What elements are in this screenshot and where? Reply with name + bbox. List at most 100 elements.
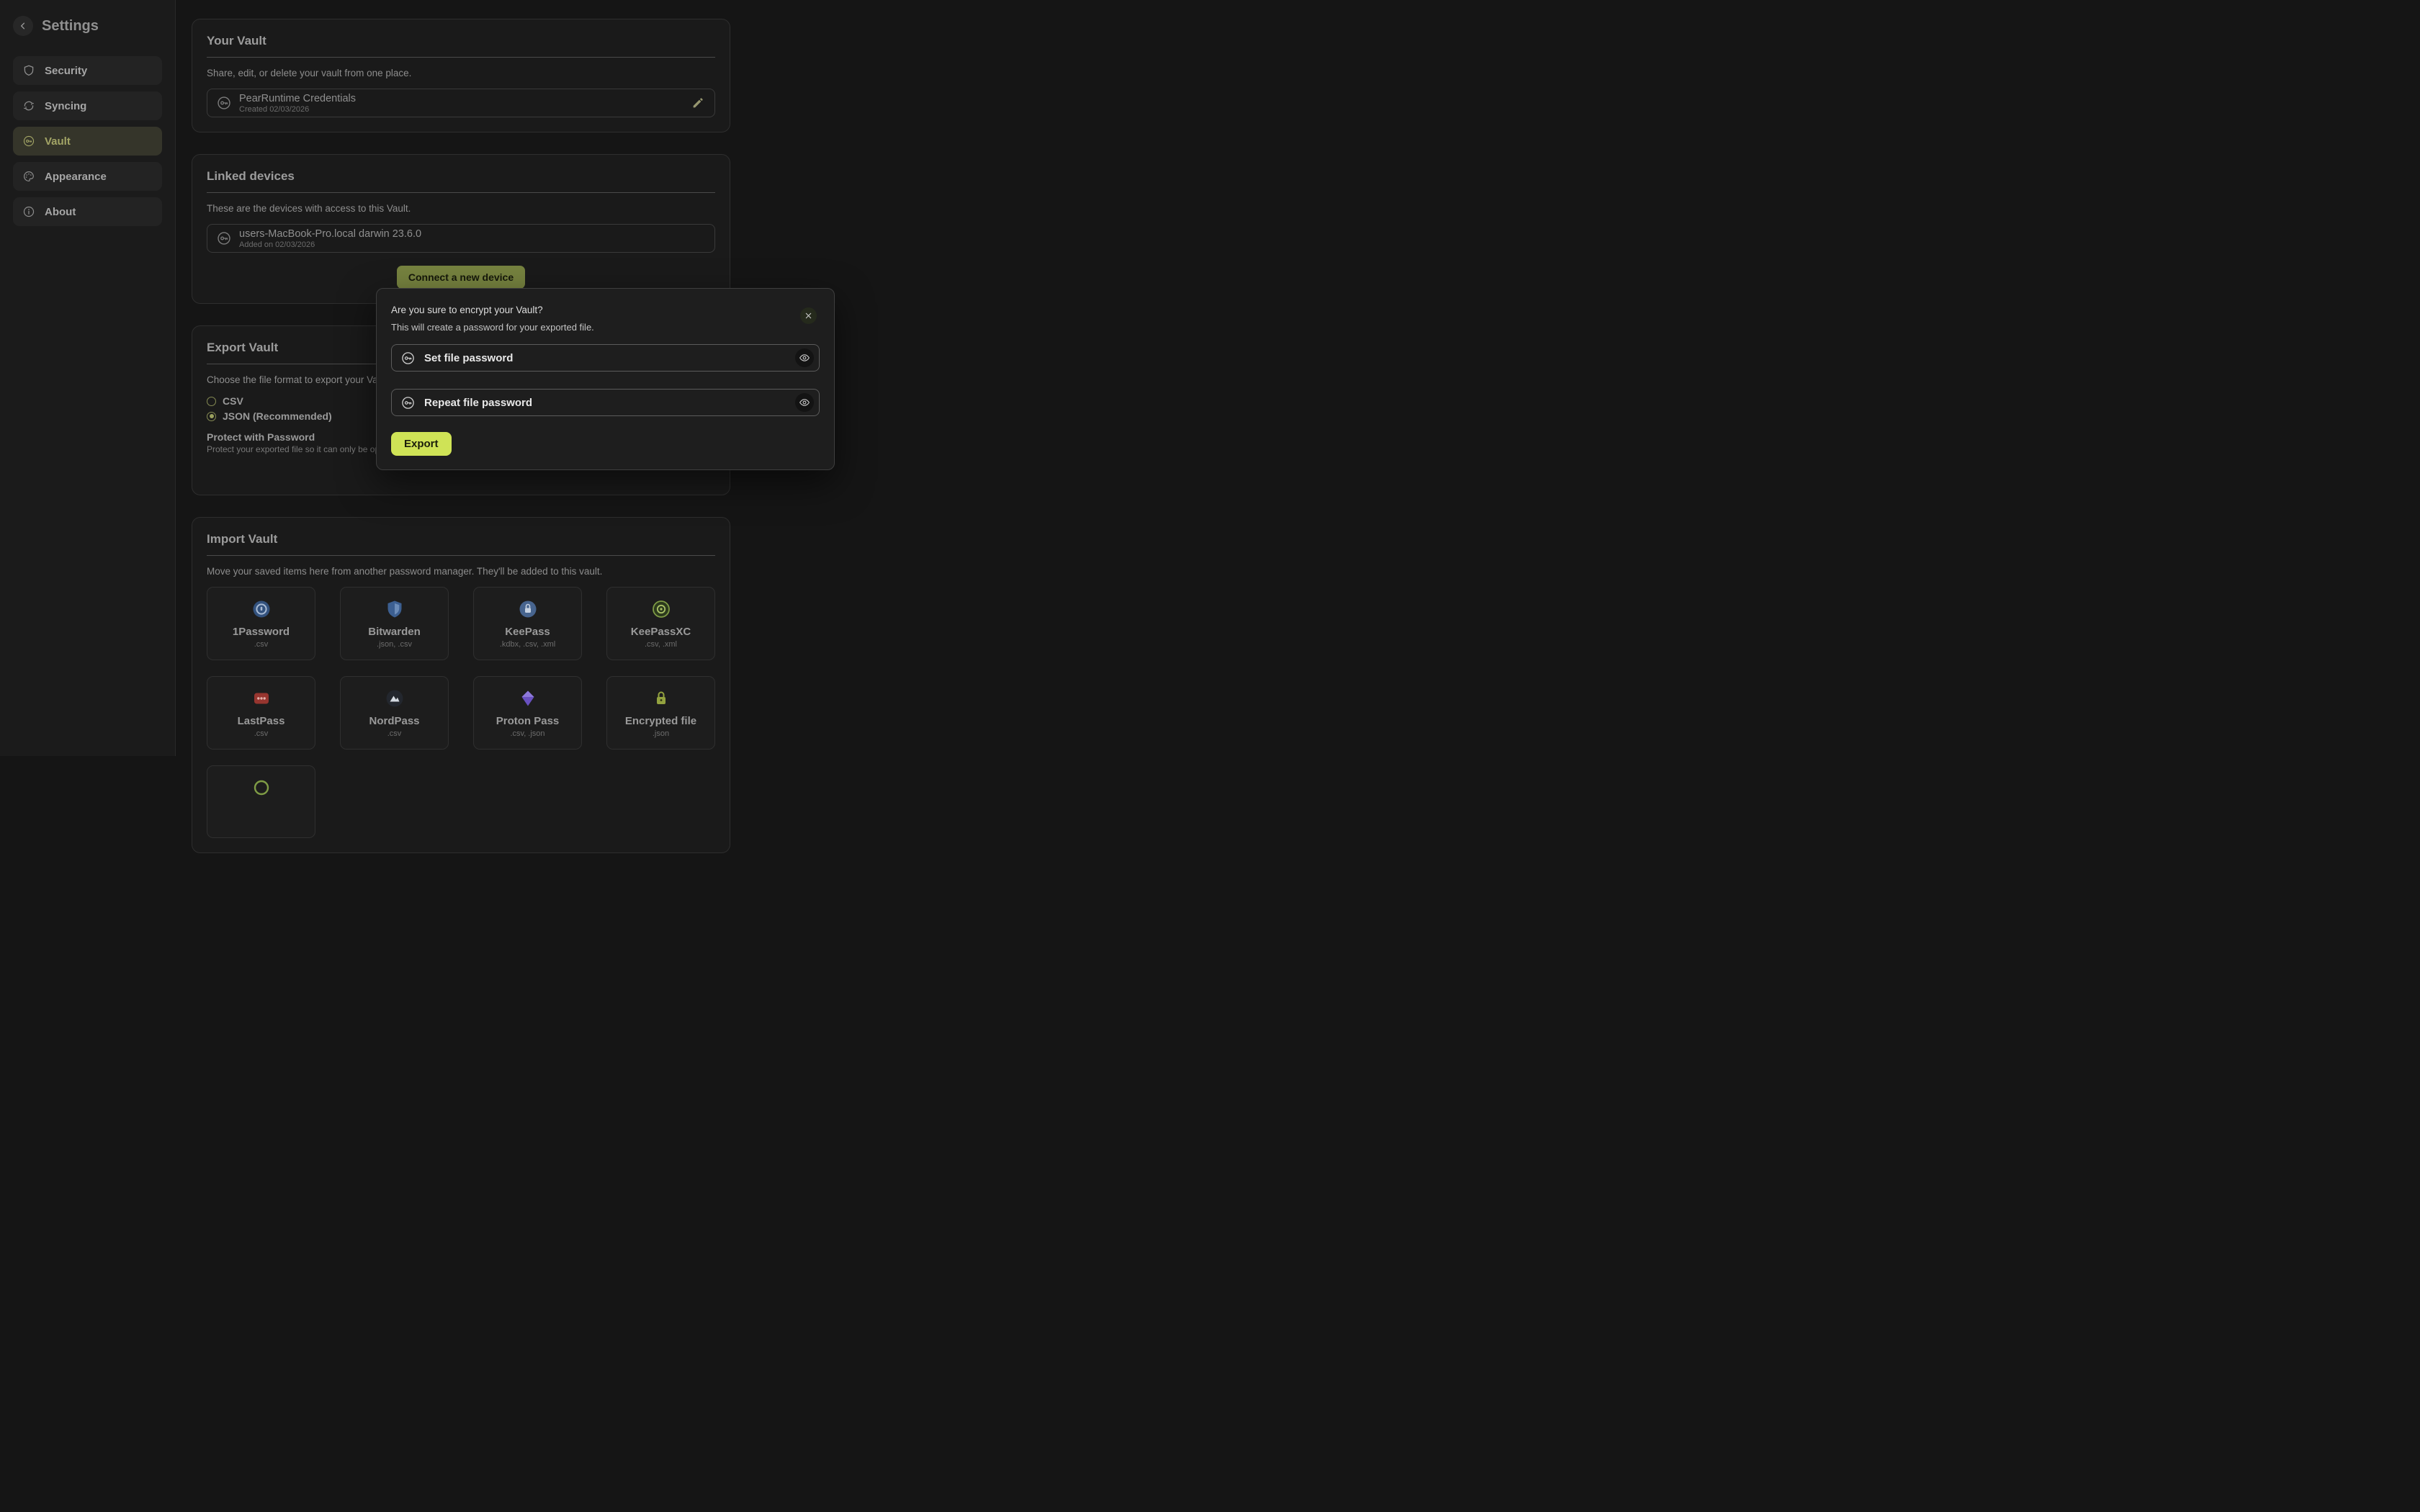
import-tile-1password[interactable]: 1Password .csv [207, 587, 315, 660]
import-vault-description: Move your saved items here from another … [207, 566, 715, 577]
info-icon [22, 205, 35, 218]
sidebar-nav: Security Syncing Vault Appearance [13, 56, 162, 226]
repeat-password-row [391, 389, 820, 416]
linked-devices-card: Linked devices These are the devices wit… [192, 154, 730, 304]
device-row[interactable]: users-MacBook-Pro.local darwin 23.6.0 Ad… [207, 224, 715, 253]
green-ring-icon [213, 777, 309, 798]
eye-icon [799, 352, 810, 364]
toggle-password-visibility-button[interactable] [795, 348, 814, 367]
sidebar-item-about[interactable]: About [13, 197, 162, 226]
connect-button-row: Connect a new device [207, 266, 715, 289]
import-grid: 1Password .csv Bitwarden .json, .csv Kee… [207, 587, 715, 838]
repeat-file-password-input[interactable] [423, 396, 788, 410]
sidebar-item-appearance[interactable]: Appearance [13, 162, 162, 191]
back-arrow-icon [18, 21, 28, 31]
import-vault-title: Import Vault [207, 532, 715, 546]
sidebar: Settings Security Syncing Vault [0, 0, 176, 756]
import-tile-keepassxc[interactable]: KeePassXC .csv, .xml [606, 587, 715, 660]
device-added-date: Added on 02/03/2026 [239, 240, 421, 249]
edit-vault-name-button[interactable] [690, 95, 706, 111]
linked-devices-description: These are the devices with access to thi… [207, 203, 715, 214]
keepass-icon [480, 598, 575, 620]
import-tile-formats: .csv, .xml [613, 640, 709, 649]
back-button[interactable] [13, 16, 33, 36]
sidebar-item-label: Vault [45, 135, 71, 148]
shield-icon [22, 64, 35, 77]
nordpass-icon [346, 688, 442, 709]
import-tile-formats: .json, .csv [346, 640, 442, 649]
key-in-circle-icon [400, 351, 416, 366]
import-tile-partial[interactable] [207, 765, 315, 838]
import-tile-name: Encrypted file [613, 715, 709, 727]
divider [207, 192, 715, 193]
device-text: users-MacBook-Pro.local darwin 23.6.0 Ad… [239, 228, 421, 249]
sync-icon [22, 99, 35, 112]
onepassword-icon [213, 598, 309, 620]
connect-new-device-button[interactable]: Connect a new device [397, 266, 525, 289]
encrypt-vault-modal: Are you sure to encrypt your Vault? This… [376, 288, 835, 470]
import-tile-name: Bitwarden [346, 626, 442, 638]
key-in-circle-icon [216, 230, 232, 246]
sidebar-header: Settings [13, 16, 162, 36]
vault-name: PearRuntime Credentials [239, 93, 356, 104]
settings-app: Settings Security Syncing Vault [0, 0, 1210, 756]
import-tile-name: Proton Pass [480, 715, 575, 727]
import-tile-name: NordPass [346, 715, 442, 727]
export-button[interactable]: Export [391, 432, 452, 456]
pencil-icon [691, 96, 704, 109]
import-tile-formats: .csv [346, 729, 442, 738]
import-tile-formats: .kdbx, .csv, .xml [480, 640, 575, 649]
sidebar-item-syncing[interactable]: Syncing [13, 91, 162, 120]
your-vault-description: Share, edit, or delete your vault from o… [207, 68, 715, 78]
sidebar-item-security[interactable]: Security [13, 56, 162, 85]
bitwarden-icon [346, 598, 442, 620]
import-tile-bitwarden[interactable]: Bitwarden .json, .csv [340, 587, 449, 660]
import-tile-formats: .csv [213, 729, 309, 738]
modal-close-button[interactable] [800, 307, 817, 324]
import-tile-name: 1Password [213, 626, 309, 638]
your-vault-card: Your Vault Share, edit, or delete your v… [192, 19, 730, 132]
import-vault-card: Import Vault Move your saved items here … [192, 517, 730, 853]
import-tile-lastpass[interactable]: LastPass .csv [207, 676, 315, 750]
import-tile-formats: .csv, .json [480, 729, 575, 738]
divider [207, 57, 715, 58]
import-tile-keepass[interactable]: KeePass .kdbx, .csv, .xml [473, 587, 582, 660]
eye-icon [799, 397, 810, 408]
export-format-csv-option[interactable]: CSV [207, 395, 243, 407]
encrypted-file-icon [613, 688, 709, 709]
sidebar-item-label: Security [45, 65, 87, 77]
modal-subtitle: This will create a password for your exp… [391, 322, 820, 333]
sidebar-item-label: About [45, 206, 76, 218]
import-tile-nordpass[interactable]: NordPass .csv [340, 676, 449, 750]
keepassxc-icon [613, 598, 709, 620]
vault-name-row[interactable]: PearRuntime Credentials Created 02/03/20… [207, 89, 715, 117]
key-in-circle-icon [22, 135, 35, 148]
sidebar-item-label: Appearance [45, 171, 107, 183]
sidebar-item-vault[interactable]: Vault [13, 127, 162, 156]
export-format-json-option[interactable]: JSON (Recommended) [207, 410, 332, 422]
import-tile-name: KeePass [480, 626, 575, 638]
import-tile-protonpass[interactable]: Proton Pass .csv, .json [473, 676, 582, 750]
sidebar-item-label: Syncing [45, 100, 86, 112]
import-tile-formats: .json [613, 729, 709, 738]
import-tile-encrypted-file[interactable]: Encrypted file .json [606, 676, 715, 750]
export-format-json-label: JSON (Recommended) [223, 410, 332, 422]
vault-name-text: PearRuntime Credentials Created 02/03/20… [239, 93, 356, 114]
set-password-row [391, 344, 820, 372]
close-icon [805, 312, 812, 320]
set-file-password-input[interactable] [423, 351, 788, 365]
palette-icon [22, 170, 35, 183]
device-name: users-MacBook-Pro.local darwin 23.6.0 [239, 228, 421, 240]
import-tile-name: KeePassXC [613, 626, 709, 638]
radio-selected-icon [207, 412, 216, 421]
key-in-circle-icon [400, 395, 416, 410]
linked-devices-title: Linked devices [207, 169, 715, 184]
modal-title: Are you sure to encrypt your Vault? [391, 305, 820, 315]
toggle-repeat-password-visibility-button[interactable] [795, 393, 814, 412]
key-in-circle-icon [216, 95, 232, 111]
settings-title: Settings [42, 18, 99, 35]
divider [207, 555, 715, 556]
lastpass-icon [213, 688, 309, 709]
import-tile-formats: .csv [213, 640, 309, 649]
your-vault-title: Your Vault [207, 34, 715, 48]
